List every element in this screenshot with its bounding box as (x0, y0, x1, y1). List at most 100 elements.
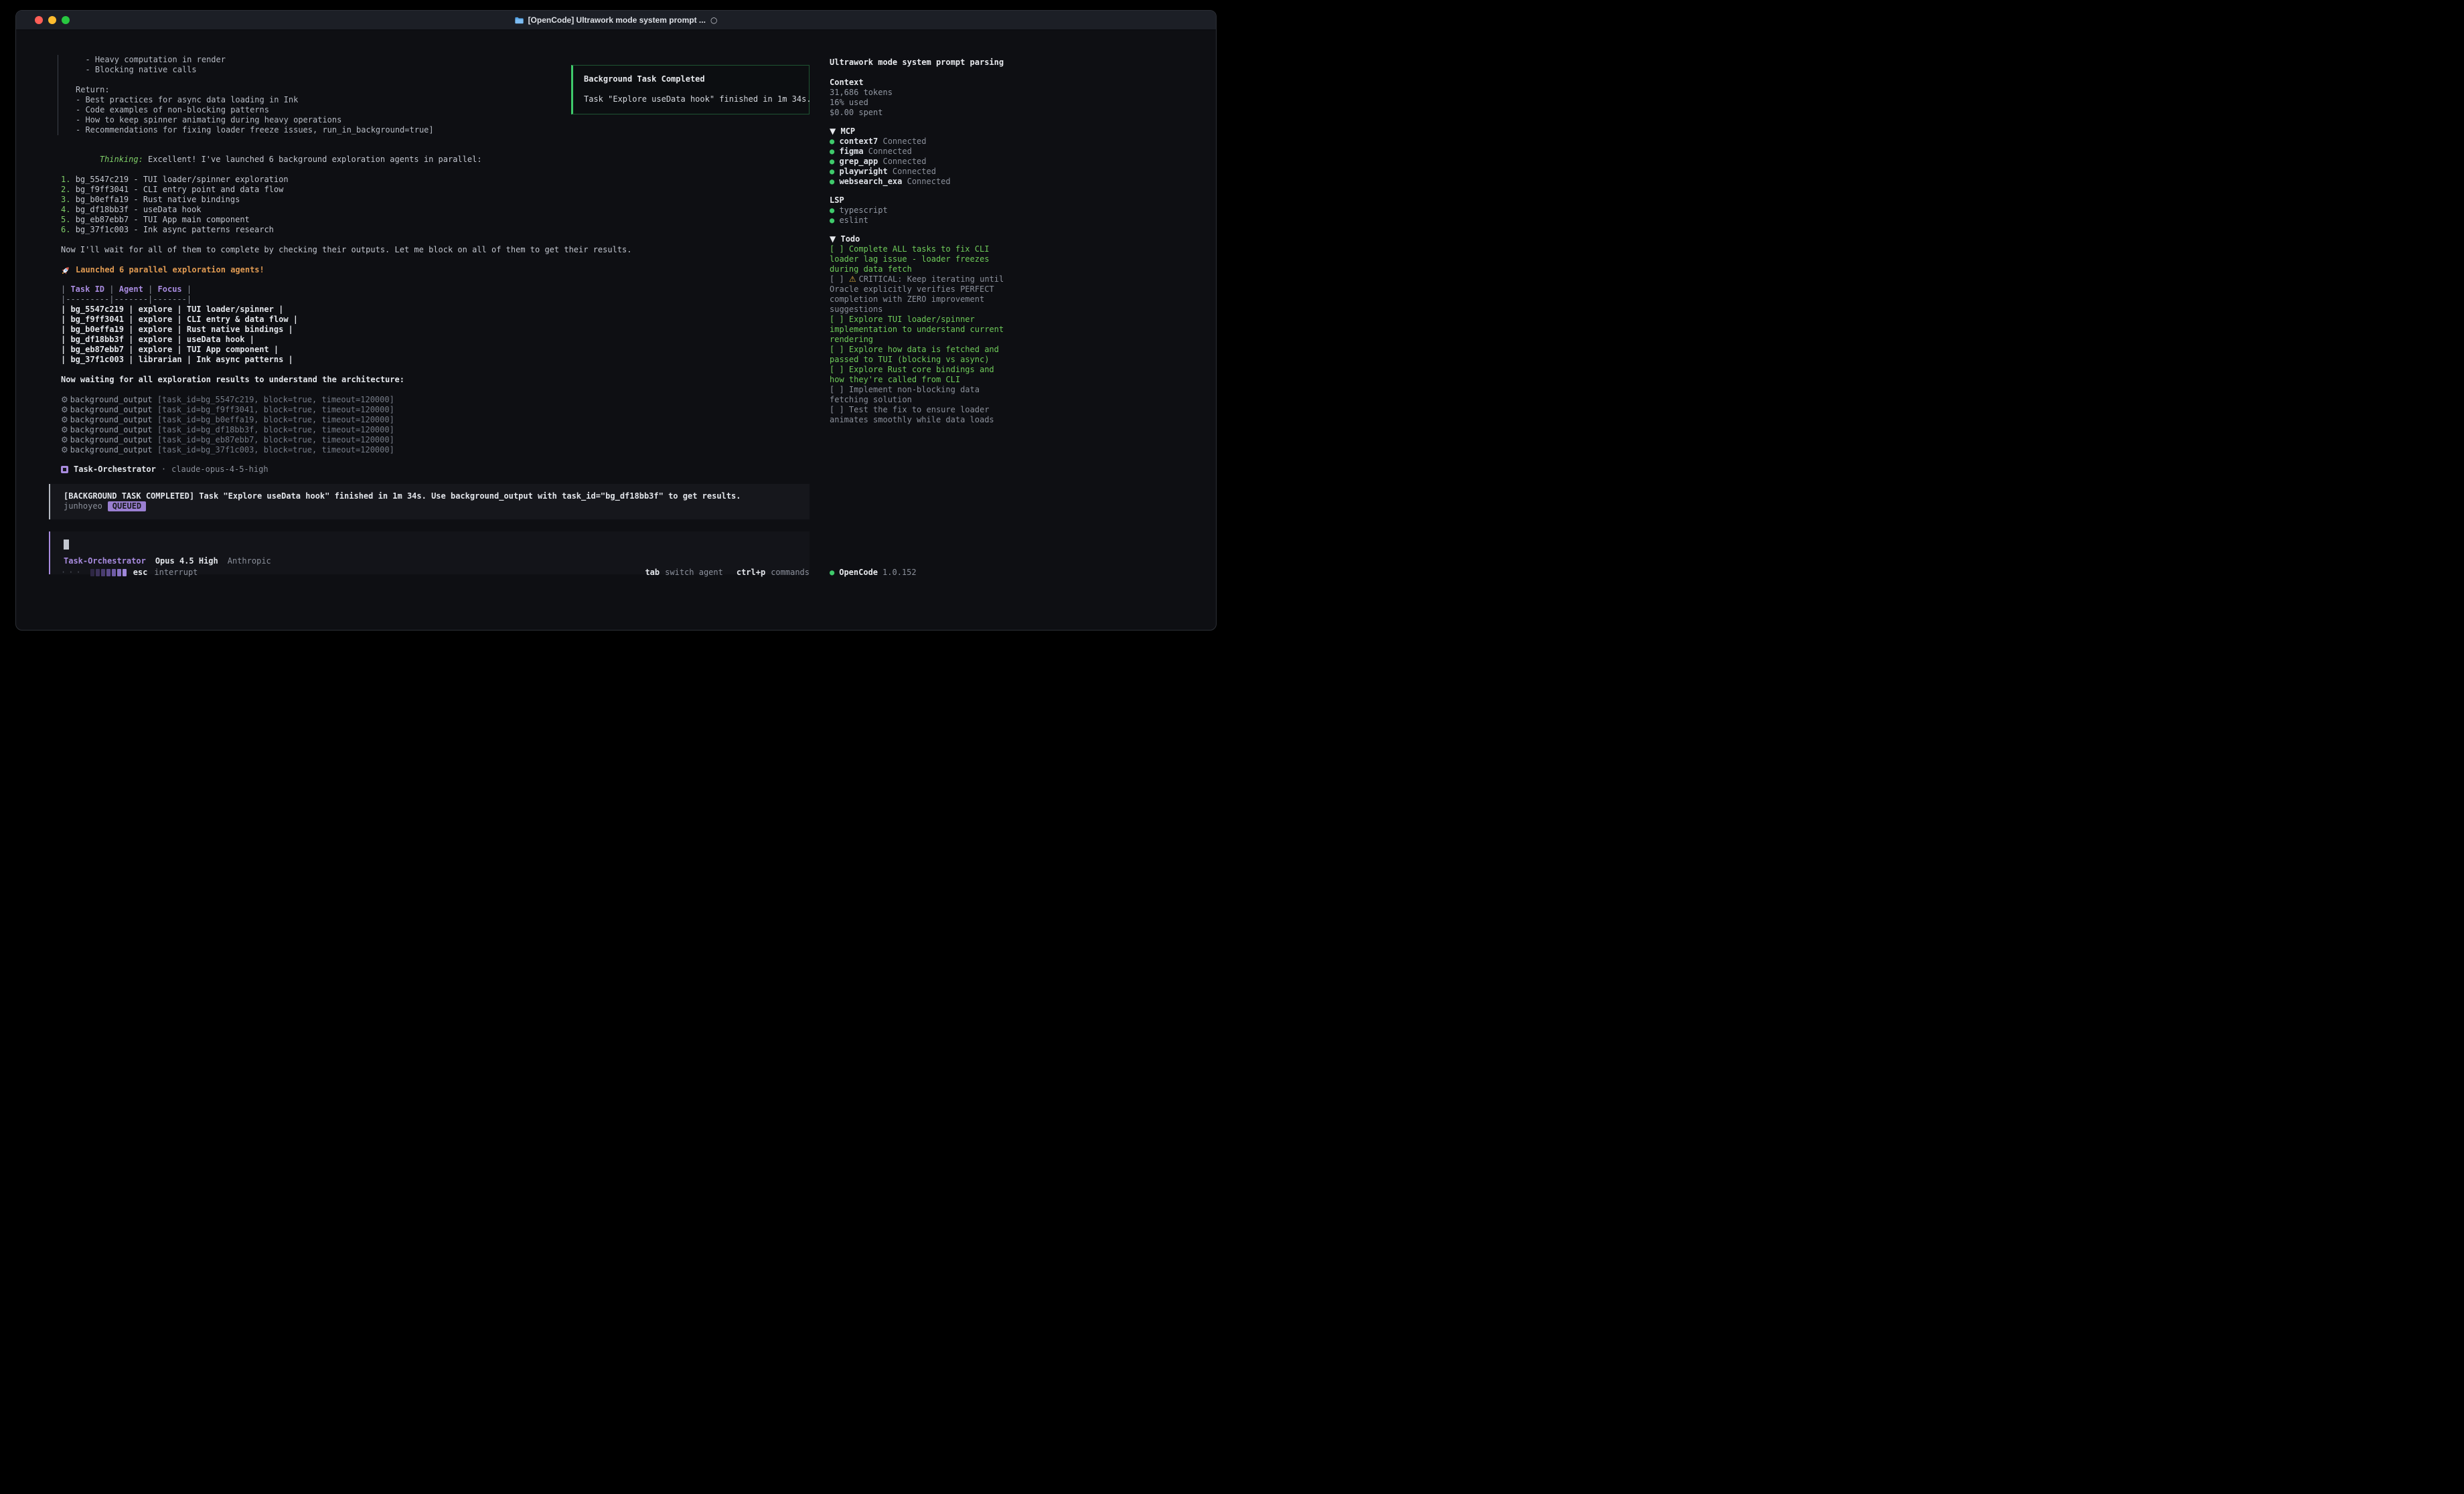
close-button[interactable] (35, 16, 43, 24)
traffic-lights (35, 11, 70, 29)
tool-result-line: - Heavy computation in render (76, 55, 819, 65)
text-segment: [ ] Explore Rust core bindings and how t… (830, 365, 994, 384)
status-dot-icon: ● (830, 568, 834, 578)
text-segment: background_output (70, 405, 157, 414)
text-segment: 2. (61, 185, 76, 194)
tool-call-list: ⚙background_output [task_id=bg_5547c219,… (61, 395, 819, 455)
lsp-heading: LSP (830, 195, 1205, 205)
input-footer: Task-Orchestrator Opus 4.5 High Anthropi… (64, 556, 796, 566)
text-segment: Connected (864, 147, 912, 156)
input-model: Opus 4.5 High (155, 556, 218, 566)
agent-icon (61, 466, 68, 473)
agent-list: 1. bg_5547c219 - TUI loader/spinner expl… (61, 175, 819, 235)
mcp-item: ● context7 Connected (830, 137, 1205, 147)
mcp-item: ● websearch_exa Connected (830, 177, 1205, 187)
todo-item: [ ] Explore TUI loader/spinner implement… (830, 315, 1012, 345)
mcp-item: ● playwright Connected (830, 167, 1205, 177)
minimize-button[interactable] (48, 16, 56, 24)
text-segment: [task_id=bg_37f1c003, block=true, timeou… (157, 445, 394, 454)
ctrlp-key: ctrl+p (737, 568, 765, 578)
queued-badge: QUEUED (108, 501, 146, 511)
spinner-blocks (90, 569, 127, 576)
queued-message-block[interactable]: [BACKGROUND TASK COMPLETED] Task "Explor… (49, 484, 810, 519)
zoom-button[interactable] (62, 16, 70, 24)
status-bar-right: tab switch agent ctrl+p commands (645, 568, 810, 578)
text-segment: ● (830, 167, 839, 176)
todo-heading-text: Todo (840, 234, 860, 244)
text-segment: 4. (61, 205, 76, 214)
agent-status-line: Task-Orchestrator · claude-opus-4-5-high (61, 465, 819, 475)
mcp-heading: ▼ MCP (830, 127, 1205, 137)
text-segment: background_output (70, 425, 157, 434)
tool-result-line: - Recommendations for fixing loader free… (76, 125, 819, 135)
text-segment: |---------|-------|-------| (61, 295, 191, 304)
sidebar-title: Ultrawork mode system prompt parsing (830, 58, 1205, 68)
input-cursor (64, 540, 69, 550)
titlebar: [OpenCode] Ultrawork mode system prompt … (16, 11, 1216, 30)
text-segment: background_output (70, 445, 157, 454)
text-segment: 5. (61, 215, 76, 224)
text-segment: [ ] Complete ALL tasks to fix CLI loader… (830, 244, 989, 274)
sidebar-footer: ● OpenCode 1.0.152 (830, 568, 917, 578)
spinner-block (96, 569, 100, 576)
table-line: |---------|-------|-------| (61, 295, 819, 305)
text-segment: | bg_5547c219 | explore | TUI loader/spi… (61, 305, 283, 314)
ctrlp-label: commands (771, 568, 810, 578)
text-segment: [task_id=bg_eb87ebb7, block=true, timeou… (157, 435, 394, 444)
input-agent: Task-Orchestrator (64, 556, 146, 566)
text-segment: grep_app (839, 157, 878, 166)
table-line: | bg_eb87ebb7 | explore | TUI App compon… (61, 345, 819, 355)
text-segment: websearch_exa (839, 177, 902, 186)
chevron-down-icon: ▼ (830, 234, 836, 244)
waiting-paragraph: Now waiting for all exploration results … (61, 375, 819, 385)
spinner-block (106, 569, 110, 576)
tab-label: switch agent (665, 568, 723, 578)
spinner-block (101, 569, 105, 576)
tool-call-line: ⚙background_output [task_id=bg_37f1c003,… (61, 445, 819, 455)
text-segment: Agent (119, 284, 143, 294)
text-segment: ⚙ (61, 445, 68, 454)
text-segment: bg_f9ff3041 - CLI entry point and data f… (76, 185, 284, 194)
lsp-item: ● eslint (830, 216, 1205, 226)
folder-icon (515, 17, 524, 24)
agent-list-item: 1. bg_5547c219 - TUI loader/spinner expl… (61, 175, 819, 185)
text-segment: ⚙ (61, 415, 68, 424)
text-segment: [task_id=bg_df18bb3f, block=true, timeou… (157, 425, 394, 434)
terminal-window: [OpenCode] Ultrawork mode system prompt … (15, 10, 1217, 631)
agent-separator: · (161, 465, 166, 475)
tab-key: tab (645, 568, 660, 578)
text-segment: [ ] (830, 274, 849, 284)
launch-banner: Launched 6 parallel exploration agents! (61, 265, 819, 275)
text-segment: 3. (61, 195, 76, 204)
text-segment: Connected (878, 137, 926, 146)
text-segment: eslint (839, 216, 868, 225)
table-line: | bg_df18bb3f | explore | useData hook | (61, 335, 819, 345)
notification-toast[interactable]: Background Task Completed Task "Explore … (571, 65, 810, 114)
text-segment: ● (830, 216, 839, 225)
queued-message-text: [BACKGROUND TASK COMPLETED] Task "Explor… (64, 491, 796, 501)
notification-body: Task "Explore useData hook" finished in … (584, 94, 798, 104)
todo-item: [ ] Complete ALL tasks to fix CLI loader… (830, 244, 1012, 274)
tool-call-line: ⚙background_output [task_id=bg_5547c219,… (61, 395, 819, 405)
text-segment: ● (830, 177, 839, 186)
text-segment: ● (830, 137, 839, 146)
queued-user: junhoyeo (64, 501, 102, 511)
todo-heading: ▼ Todo (830, 234, 1205, 244)
agent-model: claude-opus-4-5-high (171, 465, 268, 475)
mcp-heading-text: MCP (840, 127, 855, 136)
tool-result-line: - How to keep spinner animating during h… (76, 115, 819, 125)
wait-paragraph: Now I'll wait for all of them to complet… (61, 245, 819, 255)
window-content: - Heavy computation in render - Blocking… (16, 30, 1216, 631)
text-segment: Connected (902, 177, 950, 186)
mcp-section: ▼ MCP ● context7 Connected● figma Connec… (830, 127, 1205, 187)
todo-item: [ ] ⚠ CRITICAL: Keep iterating until Ora… (830, 274, 1012, 315)
todo-list: [ ] Complete ALL tasks to fix CLI loader… (830, 244, 1205, 425)
text-segment: ● (830, 205, 839, 215)
text-segment: bg_b0effa19 - Rust native bindings (76, 195, 240, 204)
text-segment: Task ID (70, 284, 104, 294)
thinking-line: Thinking: Excellent! I've launched 6 bac… (61, 145, 819, 175)
context-line: 16% used (830, 98, 1205, 108)
tool-call-line: ⚙background_output [task_id=bg_f9ff3041,… (61, 405, 819, 415)
notification-title: Background Task Completed (584, 74, 798, 84)
esc-label: interrupt (154, 568, 198, 578)
